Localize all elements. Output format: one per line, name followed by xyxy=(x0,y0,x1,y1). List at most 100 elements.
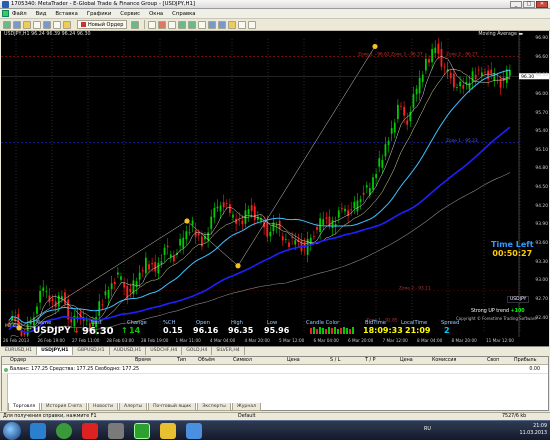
new-order-button[interactable]: Новый Ордер xyxy=(77,20,128,29)
tab-experts[interactable]: Эксперты xyxy=(197,403,231,411)
tools-icon[interactable] xyxy=(108,423,124,439)
menu-view[interactable]: Вид xyxy=(36,11,47,17)
col-profit[interactable]: Прибыль xyxy=(514,358,536,363)
menu-help[interactable]: Справка xyxy=(172,11,195,17)
bar-chart-icon[interactable] xyxy=(148,20,157,29)
tab-news[interactable]: Новости xyxy=(87,403,118,411)
chart-menu-icon[interactable] xyxy=(2,10,9,17)
down-arrow-icon: ↓ xyxy=(73,326,80,335)
close-button[interactable]: ✕ xyxy=(536,1,548,8)
system-clock[interactable]: 21:09 11.03.2013 xyxy=(520,423,547,437)
expert-advisors-icon[interactable] xyxy=(131,20,140,29)
col-symbol[interactable]: Символ xyxy=(233,358,252,363)
candle-body xyxy=(188,232,191,233)
candle-body xyxy=(163,247,166,255)
tile-icon[interactable] xyxy=(198,20,207,29)
yandex-icon[interactable] xyxy=(82,423,98,439)
minimize-button[interactable]: _ xyxy=(510,1,522,8)
menu-file[interactable]: Файл xyxy=(12,11,27,17)
col-volume[interactable]: Объём xyxy=(198,358,215,363)
menu-window[interactable]: Окна xyxy=(149,11,163,17)
price-tick: 94.50 xyxy=(535,185,548,191)
terminal-icon[interactable] xyxy=(53,20,61,29)
balance-row[interactable]: Баланс: 177.25 Средства: 177.25 Свободно… xyxy=(2,366,548,374)
price-tick: 92.40 xyxy=(535,315,548,321)
col-sl[interactable]: S / L xyxy=(330,358,340,363)
col-commission[interactable]: Комиссия xyxy=(432,358,456,363)
col-price-current[interactable]: Цена xyxy=(400,358,413,363)
start-button-icon[interactable] xyxy=(3,422,21,440)
tab-usdjpy[interactable]: USDJPY,H1 xyxy=(37,347,74,355)
tab-alerts[interactable]: Алерты xyxy=(118,403,148,411)
col-tp[interactable]: T / P xyxy=(365,358,376,363)
periods-icon[interactable] xyxy=(238,20,247,29)
ie-icon[interactable] xyxy=(30,423,46,439)
navigator-icon[interactable] xyxy=(43,20,51,29)
candle-body xyxy=(191,220,194,225)
data-window-icon[interactable] xyxy=(33,20,41,29)
candle-body xyxy=(508,70,511,76)
tab-silver[interactable]: SILVER,H4 xyxy=(212,347,245,355)
tab-gbpusd[interactable]: GBPUSD,H1 xyxy=(73,347,110,355)
profiles-icon[interactable] xyxy=(13,20,21,29)
candle-body xyxy=(415,88,418,95)
templates-icon[interactable] xyxy=(248,20,257,29)
tab-mailbox[interactable]: Почтовый ящик xyxy=(148,403,197,411)
col-order[interactable]: Ордер xyxy=(10,358,26,363)
new-chart-icon[interactable] xyxy=(3,20,11,29)
menu-charts[interactable]: Графики xyxy=(87,11,111,17)
metatrader-taskbar-icon[interactable] xyxy=(134,423,150,439)
candle-body xyxy=(148,264,150,270)
tab-gold[interactable]: GOLD,H4 xyxy=(182,347,213,355)
candles-icon[interactable] xyxy=(158,20,167,29)
zoom-out-icon[interactable] xyxy=(188,20,197,29)
candle-body xyxy=(110,283,113,290)
col-price[interactable]: Цена xyxy=(287,358,300,363)
pivot-marker xyxy=(372,43,378,50)
candle-body xyxy=(98,301,101,316)
candle-body xyxy=(238,219,241,221)
candle-body xyxy=(440,48,443,67)
autoscroll-icon[interactable] xyxy=(208,20,217,29)
candle-body xyxy=(113,281,116,285)
language-indicator[interactable]: RU xyxy=(424,427,431,432)
tab-usdchf[interactable]: USDCHF,H4 xyxy=(146,347,183,355)
folder-icon[interactable] xyxy=(160,423,176,439)
tab-account-history[interactable]: История Счета xyxy=(41,403,87,411)
tab-trade[interactable]: Торговля xyxy=(8,403,41,411)
torrent-icon[interactable] xyxy=(56,423,72,439)
col-swap[interactable]: Своп xyxy=(487,358,499,363)
candle-body xyxy=(116,272,119,275)
tester-icon[interactable] xyxy=(63,20,71,29)
line-chart-icon[interactable] xyxy=(168,20,177,29)
indicators-icon[interactable] xyxy=(228,20,237,29)
metatrader-window: 1705340: MetaTrader - E-Global Trade & F… xyxy=(0,0,550,440)
chart-canvas[interactable]: Zone 1 - 96.62 Zone 3 - 96.37 Zone 2 - 96.… xyxy=(1,31,549,337)
price-tick: 93.60 xyxy=(535,241,548,247)
candle-body xyxy=(250,205,253,211)
moving-average-label: Moving Average ▬ xyxy=(478,32,523,37)
candle-body xyxy=(129,289,132,293)
candle-body xyxy=(403,106,406,116)
price-tick: 95.10 xyxy=(535,147,548,153)
balance-icon xyxy=(4,368,8,372)
explorer-icon[interactable] xyxy=(186,423,202,439)
pivot-marker xyxy=(184,218,190,224)
menu-tools[interactable]: Сервис xyxy=(120,11,140,17)
chart-shift-icon[interactable] xyxy=(218,20,227,29)
col-type[interactable]: Тип xyxy=(177,358,186,363)
trend-label: Strong UP trend xyxy=(471,309,510,314)
zoom-in-icon[interactable] xyxy=(178,20,187,29)
tab-audusd[interactable]: AUDUSD,H1 xyxy=(110,347,147,355)
price-tick: 95.40 xyxy=(535,129,548,135)
market-watch-icon[interactable] xyxy=(23,20,31,29)
candle-body xyxy=(57,295,60,307)
candle-body xyxy=(216,206,219,209)
tab-journal[interactable]: Журнал xyxy=(231,403,262,411)
maximize-button[interactable]: □ xyxy=(523,1,535,8)
tab-eurusd[interactable]: EURUSD,H1 xyxy=(1,347,38,355)
status-profile: Default xyxy=(238,414,256,419)
menu-insert[interactable]: Вставка xyxy=(55,11,77,17)
col-time[interactable]: Время xyxy=(135,358,151,363)
price-chart[interactable]: Zone 1 - 96.62 Zone 3 - 96.37 Zone 2 - 96.… xyxy=(1,31,549,346)
